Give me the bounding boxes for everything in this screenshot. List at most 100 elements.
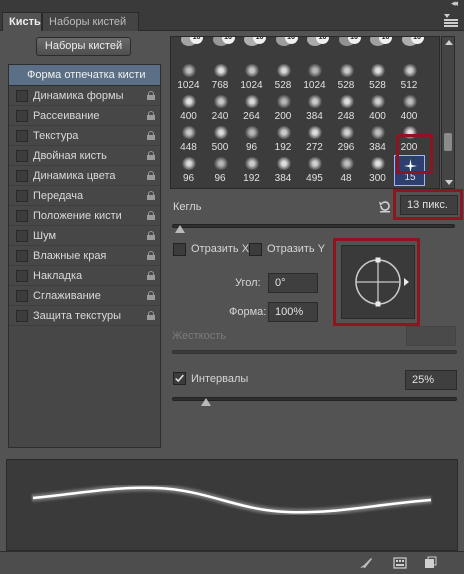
scroll-up-icon[interactable] xyxy=(445,40,453,45)
setting-checkbox[interactable] xyxy=(16,210,28,222)
brush-tip-cell[interactable]: 384 xyxy=(362,124,393,155)
brush-tip-cell[interactable] xyxy=(236,186,267,188)
brush-tip-cell[interactable]: 48 xyxy=(331,155,362,186)
list-item-setting[interactable]: Шум xyxy=(9,226,160,246)
brush-tip-cell[interactable]: 192 xyxy=(236,155,267,186)
brush-tip-cell[interactable]: 296 xyxy=(331,124,362,155)
roundness-field[interactable]: 100% xyxy=(268,302,318,322)
brush-tip-cell[interactable]: 528 xyxy=(268,62,299,93)
setting-checkbox[interactable] xyxy=(16,170,28,182)
setting-checkbox[interactable] xyxy=(16,290,28,302)
setting-checkbox[interactable] xyxy=(16,270,28,282)
list-item-setting[interactable]: Динамика цвета xyxy=(9,166,160,186)
reset-size-icon[interactable] xyxy=(378,199,392,213)
brush-tip-cell[interactable]: 528 xyxy=(331,62,362,93)
brush-tip-cell[interactable]: 1024 xyxy=(299,62,330,93)
setting-checkbox[interactable] xyxy=(16,90,28,102)
setting-checkbox[interactable] xyxy=(16,190,28,202)
grid-panel-icon[interactable] xyxy=(393,556,407,570)
brush-tip-cell[interactable]: 512 xyxy=(394,62,425,93)
spacing-field[interactable]: 25% xyxy=(405,370,457,390)
list-item-setting[interactable]: Накладка xyxy=(9,266,160,286)
brush-tip-cell[interactable]: 1024 xyxy=(173,62,204,93)
brush-tip-cell[interactable]: 400 xyxy=(362,93,393,124)
lock-icon[interactable] xyxy=(147,291,155,300)
brush-tip-cell[interactable]: 16 xyxy=(362,37,393,62)
scroll-thumb[interactable] xyxy=(444,133,452,151)
brush-tip-cell[interactable]: 264 xyxy=(236,93,267,124)
brush-tip-cell[interactable]: 495 xyxy=(299,155,330,186)
brush-tip-cell[interactable]: 16 xyxy=(173,37,204,62)
brush-tip-cell[interactable]: 400 xyxy=(394,93,425,124)
brush-tip-cell[interactable]: 16 xyxy=(236,37,267,62)
setting-checkbox[interactable] xyxy=(16,250,28,262)
brush-tip-cell[interactable]: 448 xyxy=(173,124,204,155)
brush-tip-cell[interactable] xyxy=(173,186,204,188)
collapse-icon[interactable]: ◂◂ xyxy=(451,0,458,9)
brush-tip-cell[interactable]: 96 xyxy=(173,155,204,186)
brush-tip-cell[interactable] xyxy=(362,186,393,188)
setting-checkbox[interactable] xyxy=(16,310,28,322)
brush-tip-cell[interactable] xyxy=(268,186,299,188)
setting-checkbox[interactable] xyxy=(16,230,28,242)
list-item-setting[interactable]: Положение кисти xyxy=(9,206,160,226)
list-item-setting[interactable]: Передача xyxy=(9,186,160,206)
brush-tip-cell[interactable]: 16 xyxy=(299,37,330,62)
brush-tip-cell[interactable]: 500 xyxy=(205,124,236,155)
brush-tip-cell[interactable]: 96 xyxy=(205,155,236,186)
lock-icon[interactable] xyxy=(147,271,155,280)
flip-y-checkbox[interactable] xyxy=(249,243,262,256)
lock-icon[interactable] xyxy=(147,131,155,140)
brush-tip-cell[interactable]: 384 xyxy=(268,155,299,186)
brush-tip-cell[interactable] xyxy=(205,186,236,188)
lock-icon[interactable] xyxy=(147,171,155,180)
list-item-setting[interactable]: Сглаживание xyxy=(9,286,160,306)
lock-icon[interactable] xyxy=(147,111,155,120)
brush-tip-cell[interactable]: 528 xyxy=(362,62,393,93)
setting-checkbox[interactable] xyxy=(16,150,28,162)
tab-brush[interactable]: Кисть xyxy=(2,12,42,31)
brush-tip-cell[interactable]: 1024 xyxy=(236,62,267,93)
brush-tip-cell[interactable]: 96 xyxy=(236,124,267,155)
list-item-setting[interactable]: Рассеивание xyxy=(9,106,160,126)
tab-brush-presets[interactable]: Наборы кистей xyxy=(42,12,139,31)
brush-tip-cell[interactable]: 272 xyxy=(299,124,330,155)
setting-checkbox[interactable] xyxy=(16,130,28,142)
lock-icon[interactable] xyxy=(147,231,155,240)
brush-tip-cell[interactable]: 300 xyxy=(362,155,393,186)
list-item-setting[interactable]: Текстура xyxy=(9,126,160,146)
brush-presets-button[interactable]: Наборы кистей xyxy=(36,37,131,56)
angle-field[interactable]: 0° xyxy=(268,273,318,293)
list-item-setting[interactable]: Двойная кисть xyxy=(9,146,160,166)
size-slider-thumb[interactable] xyxy=(175,225,186,233)
lock-icon[interactable] xyxy=(147,211,155,220)
lock-icon[interactable] xyxy=(147,191,155,200)
new-preset-icon[interactable] xyxy=(423,556,437,570)
list-item-setting[interactable]: Защита текстуры xyxy=(9,306,160,326)
lock-icon[interactable] xyxy=(147,251,155,260)
lock-icon[interactable] xyxy=(147,91,155,100)
brush-tip-cell[interactable] xyxy=(331,186,362,188)
spacing-slider-track[interactable] xyxy=(172,397,457,401)
brush-tip-cell[interactable]: 248 xyxy=(331,93,362,124)
lock-icon[interactable] xyxy=(147,311,155,320)
list-item-setting[interactable]: Влажные края xyxy=(9,246,160,266)
brush-tip-cell[interactable] xyxy=(299,186,330,188)
setting-checkbox[interactable] xyxy=(16,110,28,122)
brush-tip-cell[interactable]: 384 xyxy=(299,93,330,124)
brush-tip-cell[interactable]: 16 xyxy=(331,37,362,62)
brush-tip-cell[interactable]: 400 xyxy=(173,93,204,124)
brush-tip-cell[interactable]: 16 xyxy=(205,37,236,62)
size-slider-track[interactable] xyxy=(172,224,455,228)
brush-tip-cell[interactable]: 16 xyxy=(394,37,425,62)
panel-menu-icon[interactable] xyxy=(444,14,458,27)
flip-x-checkbox[interactable] xyxy=(173,243,186,256)
brush-tip-cell[interactable]: 192 xyxy=(268,124,299,155)
brush-tip-cell[interactable]: 200 xyxy=(268,93,299,124)
brush-tip-cell[interactable]: 768 xyxy=(205,62,236,93)
list-item-brush-tip-shape[interactable]: Форма отпечатка кисти xyxy=(9,65,160,86)
brush-tip-cell[interactable]: 240 xyxy=(205,93,236,124)
spacing-slider-thumb[interactable] xyxy=(201,398,212,406)
spacing-checkbox[interactable] xyxy=(173,372,186,385)
brush-edit-icon[interactable] xyxy=(360,556,374,570)
